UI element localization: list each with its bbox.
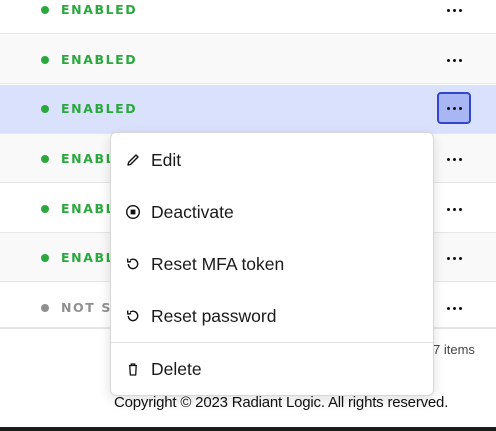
status-dot: [41, 304, 49, 312]
menu-divider: [111, 342, 433, 343]
row-actions-button[interactable]: [437, 143, 471, 175]
status-dot: [41, 105, 49, 113]
trash-icon: [129, 363, 137, 376]
row-context-menu: Edit Deactivate Reset MFA token Reset pa…: [110, 132, 434, 396]
menu-item-label: Delete: [151, 358, 202, 379]
row-actions-button[interactable]: [437, 44, 471, 76]
bottom-bar: [0, 427, 496, 431]
status-label: ENABLED: [61, 101, 138, 116]
row-actions-button[interactable]: [437, 292, 471, 324]
status-dot: [41, 205, 49, 213]
row-actions-button[interactable]: [437, 193, 471, 225]
table-row[interactable]: ENABLED: [0, 0, 496, 34]
stop-circle-icon: [125, 204, 141, 220]
status-label: ENABLED: [61, 52, 138, 67]
status-dot: [41, 155, 49, 163]
row-actions-button[interactable]: [437, 0, 471, 26]
reset-icon: [126, 258, 139, 270]
menu-item-edit[interactable]: Edit: [111, 138, 433, 182]
menu-item-label: Reset MFA token: [151, 253, 285, 274]
menu-item-deactivate[interactable]: Deactivate: [111, 190, 433, 234]
menu-item-reset-password[interactable]: Reset password: [111, 294, 433, 338]
row-actions-button-active[interactable]: [437, 92, 471, 124]
pencil-icon: [127, 154, 139, 166]
status-label: ENABLED: [61, 2, 138, 17]
menu-item-label: Edit: [151, 149, 182, 170]
status-dot: [41, 254, 49, 262]
status-dot: [41, 56, 49, 64]
items-count: 7 items: [433, 342, 475, 357]
menu-item-reset-mfa[interactable]: Reset MFA token: [111, 242, 433, 286]
copyright-text: Copyright © 2023 Radiant Logic. All righ…: [114, 394, 449, 411]
table-row[interactable]: ENABLED: [0, 35, 496, 84]
table-row-selected[interactable]: ENABLED: [0, 85, 496, 134]
row-actions-button[interactable]: [437, 242, 471, 274]
status-dot: [41, 6, 49, 14]
menu-item-label: Deactivate: [151, 201, 234, 222]
menu-item-delete[interactable]: Delete: [111, 347, 433, 391]
reset-icon: [126, 310, 139, 322]
menu-item-label: Reset password: [151, 305, 277, 326]
